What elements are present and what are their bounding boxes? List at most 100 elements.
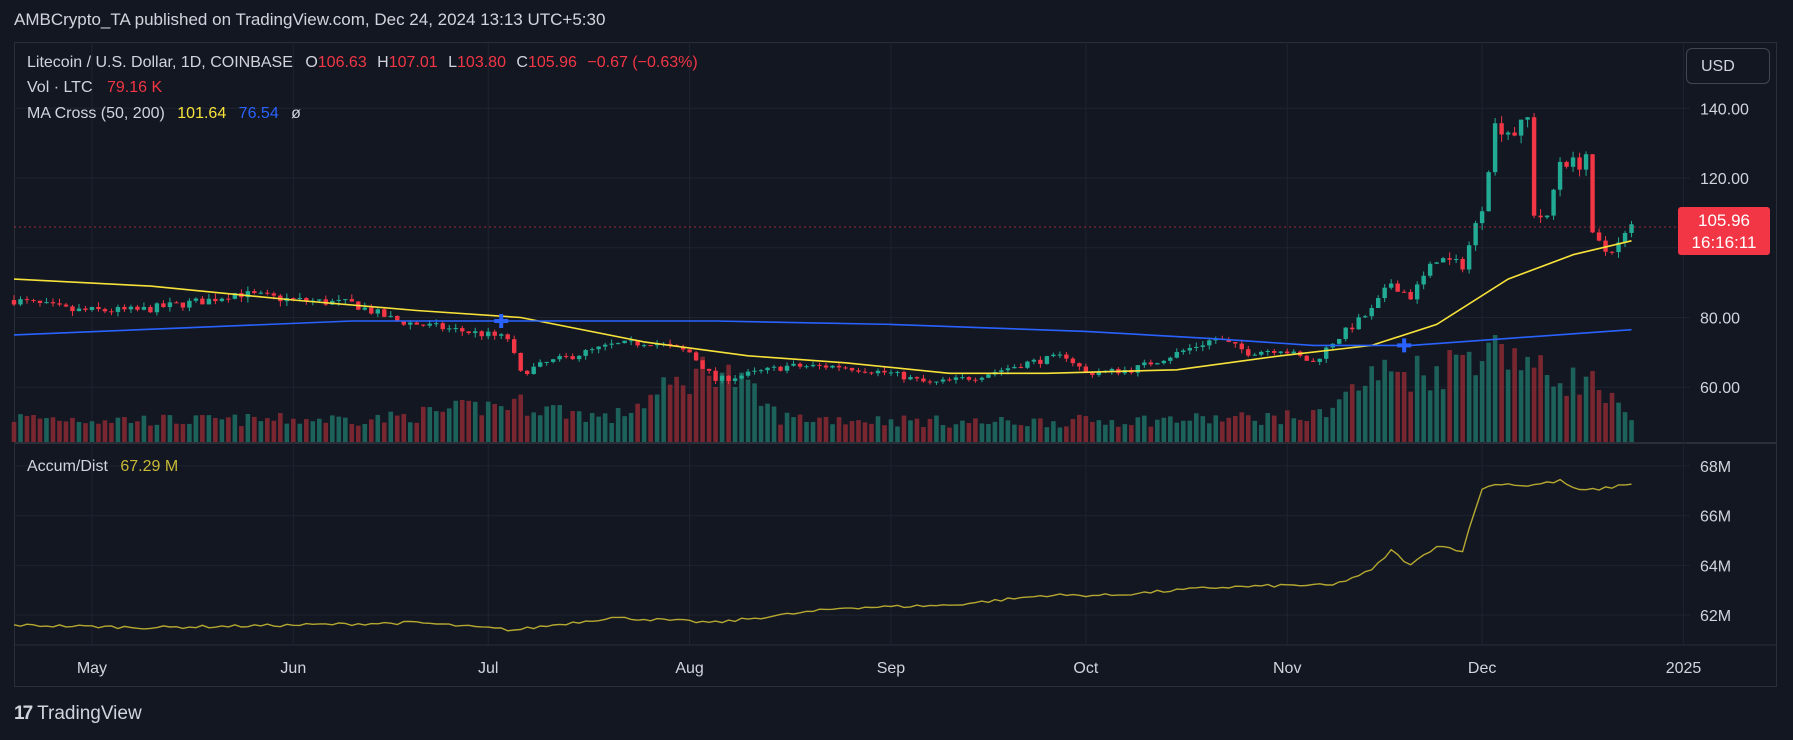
candle-body — [479, 331, 484, 337]
volume-bar — [1064, 426, 1069, 442]
volume-bar — [1090, 421, 1095, 442]
candle-body — [758, 370, 764, 372]
candle-body — [1453, 258, 1459, 260]
candle-body — [700, 360, 705, 369]
volume-bar — [226, 417, 231, 442]
time-tick-label: Sep — [877, 660, 906, 677]
candle-body — [219, 298, 225, 302]
volume-bar — [791, 417, 796, 442]
volume-bar — [239, 426, 244, 442]
volume-bar — [115, 417, 121, 442]
candle-body — [1070, 358, 1076, 364]
currency-button[interactable]: USD — [1686, 48, 1770, 84]
volume-bar — [1051, 421, 1056, 442]
volume-bar — [830, 424, 835, 442]
volume-bar — [1551, 386, 1556, 442]
volume-bar — [1434, 366, 1439, 442]
volume-bar — [1232, 416, 1238, 442]
volume-bar — [1531, 367, 1537, 442]
candle-body — [583, 350, 588, 356]
volume-bar — [1038, 418, 1043, 442]
tradingview-logo-icon[interactable]: 17 — [14, 703, 33, 725]
candle-body — [18, 299, 23, 305]
volume-bar — [219, 419, 225, 442]
volume-bar — [265, 418, 270, 442]
candle-body — [1505, 132, 1511, 135]
volume-legend: Vol · LTC 79.16 K — [27, 79, 162, 97]
volume-bar — [24, 415, 30, 442]
bar-countdown: 16:16:11 — [1691, 233, 1757, 252]
volume-bar — [427, 407, 433, 442]
volume-bar — [401, 414, 407, 442]
volume-bar — [1486, 342, 1491, 442]
candle-body — [791, 363, 796, 366]
ma-cross-label: MA Cross (50, 200) — [27, 105, 165, 122]
candle-body — [1434, 262, 1439, 264]
volume-bar — [856, 420, 861, 442]
candle-body — [752, 370, 757, 372]
volume-bar — [1193, 413, 1199, 442]
candle-body — [1239, 343, 1244, 350]
candle-body — [966, 377, 972, 380]
volume-bar — [687, 394, 692, 442]
candle-body — [804, 366, 809, 368]
volume-bar — [1044, 427, 1050, 442]
footer-brand[interactable]: TradingView — [37, 703, 142, 725]
candle-body — [187, 300, 192, 308]
volume-bar — [1349, 384, 1355, 442]
volume-bar — [1239, 412, 1245, 442]
ma-cross-legend: MA Cross (50, 200) 101.64 76.54 ø — [27, 105, 301, 123]
grid-layer — [14, 42, 1777, 646]
volume-bar — [459, 399, 465, 442]
ohlc-open: 106.63 — [317, 54, 367, 71]
volume-bar — [70, 417, 75, 442]
volume-bar — [284, 423, 290, 442]
candle-body — [934, 381, 939, 383]
candle-body — [1557, 161, 1563, 190]
volume-bar — [96, 423, 101, 442]
accum-tick-label: 64M — [1700, 558, 1731, 575]
volume-bar — [1116, 426, 1121, 442]
volume-bar — [1258, 424, 1264, 442]
volume-bar — [109, 422, 114, 442]
candle-body — [823, 365, 829, 368]
candle-body — [1155, 363, 1160, 365]
volume-bar — [518, 394, 523, 442]
volume-bar — [927, 418, 933, 442]
candle-body — [1051, 354, 1056, 357]
candle-body — [473, 331, 478, 334]
volume-bar — [862, 422, 868, 442]
candle-body — [1207, 340, 1212, 346]
volume-bar — [57, 420, 62, 442]
candle-body — [1486, 172, 1491, 212]
accum-dist-path — [13, 478, 1632, 632]
volume-bar — [550, 405, 556, 442]
candle-body — [784, 365, 790, 371]
candle-body — [1168, 357, 1173, 361]
candle-body — [1252, 354, 1257, 356]
volume-bar — [297, 423, 303, 442]
volume-bar — [336, 416, 342, 442]
candle-body — [135, 306, 140, 310]
volume-bars — [11, 335, 1634, 442]
volume-bar — [349, 423, 355, 442]
volume-bar — [1245, 415, 1251, 442]
ohlc-change: −0.67 (−0.63%) — [587, 54, 698, 71]
volume-bar — [31, 415, 36, 442]
candle-body — [252, 291, 257, 293]
candle-body — [141, 307, 147, 310]
volume-bar — [180, 424, 186, 442]
volume-bar — [1362, 385, 1368, 442]
candle-body — [999, 370, 1004, 372]
volume-bar — [836, 417, 842, 442]
candle-body — [408, 322, 413, 325]
candle-body — [1460, 258, 1465, 270]
volume-bar — [648, 394, 653, 442]
volume-bar — [745, 379, 751, 442]
candle-body — [512, 339, 517, 353]
volume-bar — [1200, 416, 1206, 442]
volume-bar — [641, 408, 647, 442]
candle-body — [875, 370, 881, 374]
candle-body — [63, 304, 69, 307]
volume-bar — [589, 413, 595, 442]
